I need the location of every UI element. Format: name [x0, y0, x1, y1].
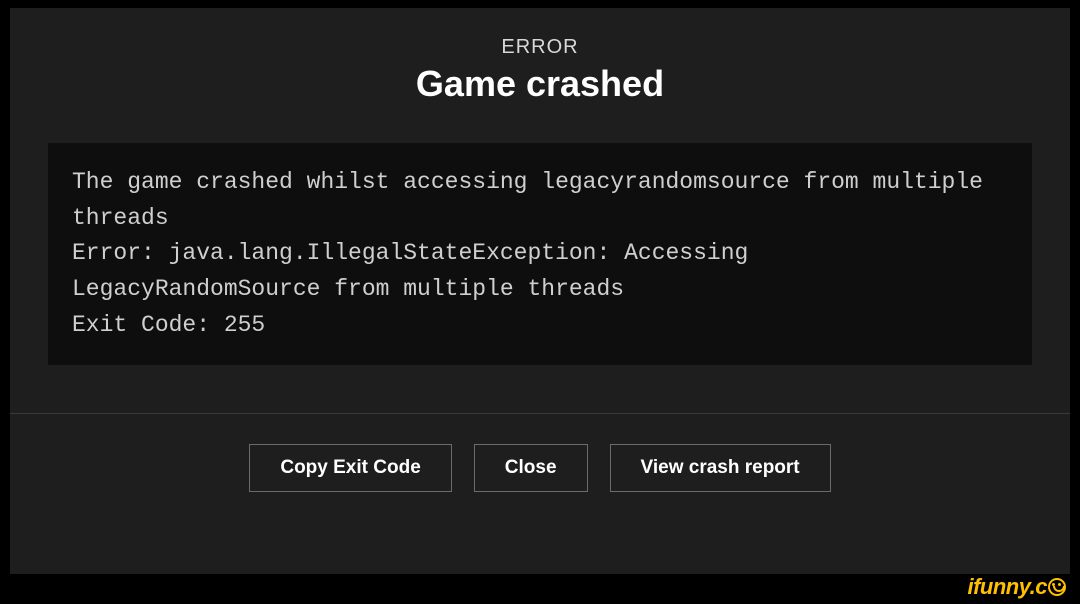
- watermark: ifunny.c: [967, 574, 1066, 600]
- error-label: ERROR: [10, 36, 1070, 59]
- smile-icon: [1048, 578, 1066, 596]
- close-button[interactable]: Close: [474, 444, 588, 492]
- dialog-header: ERROR Game crashed: [10, 8, 1070, 125]
- watermark-text: ifunny.c: [967, 574, 1047, 599]
- error-message-box: The game crashed whilst accessing legacy…: [48, 143, 1032, 365]
- view-crash-report-button[interactable]: View crash report: [610, 444, 831, 492]
- button-row: Copy Exit Code Close View crash report: [10, 414, 1070, 492]
- copy-exit-code-button[interactable]: Copy Exit Code: [249, 444, 451, 492]
- crash-dialog: ERROR Game crashed The game crashed whil…: [10, 8, 1070, 574]
- dialog-title: Game crashed: [10, 63, 1070, 105]
